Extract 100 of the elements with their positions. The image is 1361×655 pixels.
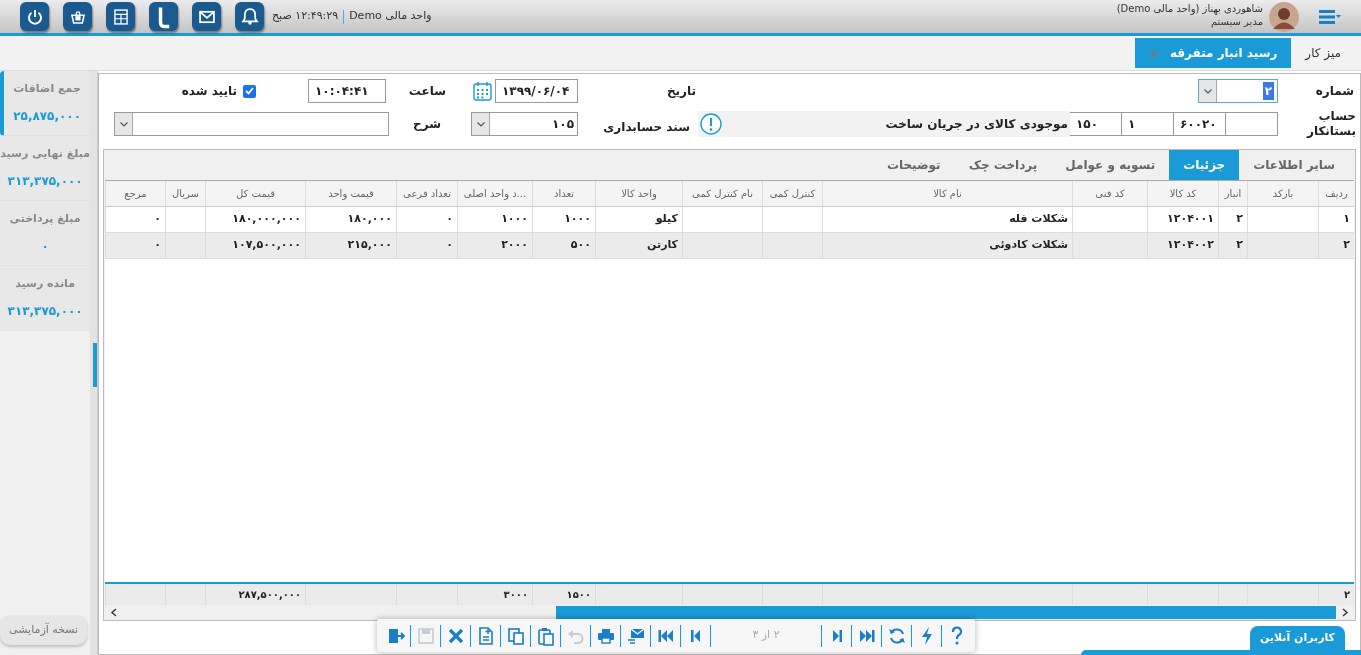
account-field[interactable]: ۱ (1121, 112, 1174, 136)
account-field[interactable]: ۶۰۰۲۰ (1173, 112, 1226, 136)
field-label: حساب بستانکار (1305, 109, 1356, 139)
account-field[interactable]: ۱۵۰ (1069, 112, 1122, 136)
chevron-down-icon (119, 121, 128, 127)
column-header: نام کالا (822, 181, 1072, 206)
chevron-right-icon[interactable] (1341, 608, 1349, 617)
table-cell: شکلات کادوئی (822, 233, 1072, 258)
date-field[interactable]: ۱۳۹۹/۰۶/۰۴ (495, 79, 578, 103)
table-cell: ۰ (105, 233, 165, 258)
scroll-thumb[interactable] (556, 606, 1336, 619)
summary-value: ۰ (41, 238, 49, 256)
column-header: کنترل کمی (762, 181, 822, 206)
column-header: سریال (165, 181, 205, 206)
unit-name: واحد مالی Demo (349, 8, 432, 25)
summary-label: مانده رسید (15, 275, 75, 292)
checkbox-label: تایید شده (181, 83, 237, 100)
table-cell: ۱۰۰۰ (457, 207, 532, 232)
pager-text: ۲ از ۳ (751, 627, 781, 644)
calendar-icon[interactable] (473, 81, 492, 101)
tab[interactable]: رسید انبار متفرقه (1134, 38, 1292, 68)
column-header: تعداد (532, 181, 595, 206)
column-header: بارکد (1247, 181, 1318, 206)
table-cell: ۲۰۰۰ (457, 233, 532, 258)
field-value: ۱۰۵ (552, 116, 574, 133)
tab[interactable]: سایر اطلاعات (1239, 150, 1349, 180)
tab[interactable]: توضیحات (872, 150, 955, 180)
table-cell: ۲ (1218, 233, 1247, 258)
summary-value: ۳۱۳,۳۷۵,۰۰۰ (7, 173, 83, 191)
summary-label: جمع اضافات (13, 80, 81, 97)
column-header: کد کالا (1147, 181, 1218, 206)
chevron-left-icon[interactable] (110, 608, 118, 617)
warning-icon[interactable] (700, 113, 722, 135)
column-header: کد فنی (1072, 181, 1147, 206)
calculator-button[interactable] (106, 2, 135, 31)
menu-icon[interactable] (1319, 8, 1341, 25)
table-cell: ۰ (105, 207, 165, 232)
power-button[interactable] (20, 2, 49, 31)
column-header: نام کنترل کمی (682, 181, 762, 206)
table-cell: ۲ (1218, 207, 1247, 232)
online-users-tab[interactable]: کاربران آنلاین (1249, 626, 1345, 650)
chevron-down-icon (1203, 88, 1212, 94)
mail-button[interactable] (192, 2, 221, 31)
table-cell: شکلات فله (822, 207, 1072, 232)
user-role: مدیر سیستم (1210, 15, 1263, 28)
info-button[interactable] (149, 2, 178, 31)
voucher-field[interactable]: ۱۰۵ (471, 112, 578, 136)
number-field[interactable]: ۲ (1198, 79, 1278, 103)
account-name: موجودی کالای در جریان ساخت (885, 116, 1069, 133)
field-label: تاریخ (665, 83, 696, 100)
table-cell: ۵۰۰ (532, 233, 595, 258)
version-badge: نسخه آزمایشی (0, 615, 88, 645)
field-label: شماره (1314, 83, 1355, 100)
table-cell: ۰ (396, 207, 457, 232)
refresh-icon (886, 625, 907, 646)
table-cell: ۱۲۰۴۰۰۲ (1147, 233, 1218, 258)
table-cell: ۲ (1318, 233, 1354, 258)
column-header: واحد کالا (595, 181, 682, 206)
column-header: مرجع (105, 181, 165, 206)
column-header: قیمت کل (205, 181, 305, 206)
table-cell: ۱۰۷,۵۰۰,۰۰۰ (205, 233, 305, 258)
summary-value: ۲۵,۸۷۵,۰۰۰ (13, 108, 81, 126)
table-cell: ۱۰۰۰ (532, 207, 595, 232)
checkbox[interactable] (243, 84, 256, 98)
time-field[interactable]: ۱۰:۰۴:۴۱ (308, 79, 386, 103)
table-cell: ۱۲۰۴۰۰۱ (1147, 207, 1218, 232)
summary-label: مبلغ نهایی رسید (0, 145, 90, 162)
field-label: سند حسابداری (602, 119, 690, 136)
avatar (1269, 1, 1299, 32)
clock-text: ۱۲:۴۹:۲۹ صبح (272, 8, 339, 25)
scroll-thumb[interactable] (93, 343, 97, 387)
tab[interactable]: تسویه و عوامل (1051, 150, 1170, 180)
tab[interactable]: پرداخت چک (954, 150, 1052, 180)
table-cell: ۱۸۰,۰۰۰,۰۰۰ (205, 207, 305, 232)
user-name: شاهوردی بهناز (واحد مالی Demo) (1116, 1, 1263, 15)
summary-label: مبلغ پرداختی (9, 210, 81, 227)
bell-button[interactable] (235, 2, 264, 31)
tab[interactable]: جزئیات (1169, 150, 1240, 180)
column-header: ...د واحد اصلی (457, 181, 532, 206)
field-label: شرح (412, 116, 441, 133)
summary-value: ۳۱۳,۳۷۵,۰۰۰ (7, 303, 83, 321)
column-header: ردیف (1318, 181, 1354, 206)
field-label: ساعت (407, 83, 446, 100)
table-cell: کارتن (595, 233, 682, 258)
horizontal-scrollbar[interactable] (105, 605, 1354, 620)
field-value: ۲ (1262, 82, 1274, 100)
column-header: انبار (1218, 181, 1247, 206)
copy-icon (505, 625, 526, 646)
tab[interactable]: میز کار (1291, 38, 1355, 68)
table-cell: ۲۱۵,۰۰۰ (305, 233, 396, 258)
chevron-down-icon (476, 121, 485, 127)
description-field[interactable] (114, 112, 389, 136)
table-cell: ۰ (396, 233, 457, 258)
table-cell: کیلو (595, 207, 682, 232)
clipboard-icon (535, 625, 556, 646)
account-field[interactable] (1225, 112, 1278, 136)
save-icon (415, 625, 436, 646)
column-header: قیمت واحد (305, 181, 396, 206)
table-cell: ۱ (1318, 207, 1354, 232)
table-cell: ۱۸۰,۰۰۰ (305, 207, 396, 232)
